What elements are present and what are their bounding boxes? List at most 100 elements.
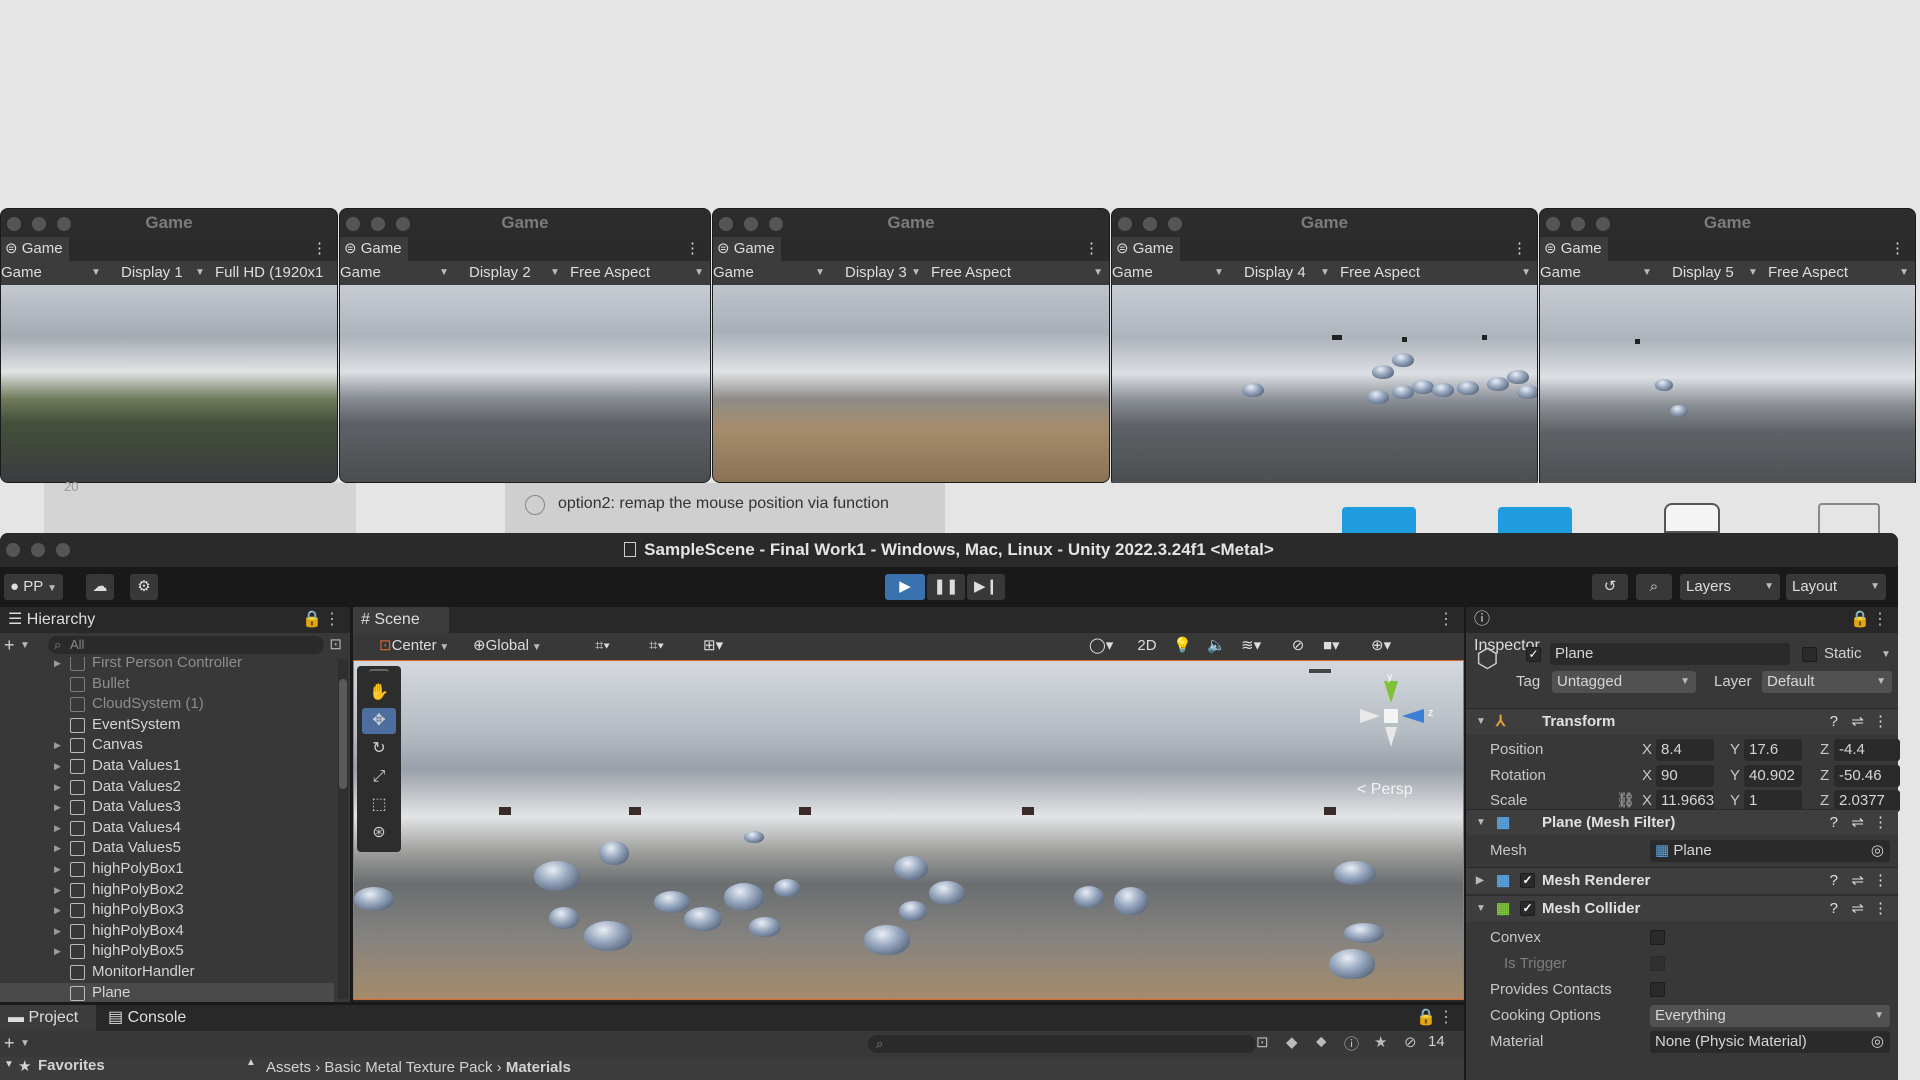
game-viewport[interactable]	[713, 285, 1109, 482]
tab-console[interactable]: ▤ Console	[100, 1005, 200, 1031]
tab-game[interactable]: ⊜ Game	[713, 237, 781, 261]
hierarchy-item[interactable]: MonitorHandler	[0, 962, 334, 983]
expand-arrow-icon[interactable]: ▶	[54, 838, 61, 858]
more-icon[interactable]: ⋮	[1438, 607, 1454, 633]
tab-game[interactable]: ⊜ Game	[1540, 237, 1608, 261]
hierarchy-item[interactable]: ▶ highPolyBox4	[0, 921, 334, 942]
gizmo-handle[interactable]	[1309, 669, 1331, 673]
more-icon[interactable]: ⋮	[1873, 810, 1888, 836]
minimize-button[interactable]	[1571, 217, 1585, 231]
zoom-button[interactable]	[396, 217, 410, 231]
object-picker-icon[interactable]: ◎	[1871, 840, 1884, 862]
hierarchy-item[interactable]: ▶ Data Values4	[0, 818, 334, 839]
expand-arrow-icon[interactable]: ▼	[1476, 896, 1486, 922]
close-button[interactable]	[1546, 217, 1560, 231]
sphere-object[interactable]	[864, 925, 910, 955]
close-button[interactable]	[7, 217, 21, 231]
hierarchy-item[interactable]: ▶ Data Values3	[0, 797, 334, 818]
rotate-tool-icon[interactable]: ↻	[362, 736, 396, 762]
2d-toggle[interactable]: 2D	[1131, 634, 1163, 658]
expand-arrow-icon[interactable]: ▶	[54, 756, 61, 776]
preset-icon[interactable]: ⇌	[1851, 896, 1864, 922]
more-icon[interactable]: ⋮	[1873, 868, 1888, 894]
tab-game[interactable]: ⊜ Game	[1, 237, 69, 261]
hierarchy-item[interactable]: ▶ Canvas	[0, 735, 334, 756]
sphere-object[interactable]	[899, 901, 927, 921]
expand-arrow-icon[interactable]: ▲	[246, 1057, 256, 1068]
folder-icon[interactable]	[1498, 507, 1572, 533]
rect-tool-icon[interactable]: ⬚	[362, 792, 396, 818]
mesh-field[interactable]: ▦ Plane ◎	[1650, 840, 1890, 862]
sphere-object[interactable]	[1344, 923, 1384, 943]
sphere-object[interactable]	[1074, 886, 1104, 908]
more-icon[interactable]: ⋮	[312, 237, 327, 261]
expand-arrow-icon[interactable]: ▶	[54, 900, 61, 920]
sphere-object[interactable]	[1329, 949, 1375, 979]
more-icon[interactable]: ⋮	[1873, 709, 1888, 735]
position-x-field[interactable]: 8.4	[1656, 739, 1714, 761]
hierarchy-search-input[interactable]: ⌕ All	[48, 636, 324, 654]
chevron-down-icon[interactable]: ▼	[694, 261, 704, 285]
document-icon[interactable]	[1818, 503, 1880, 533]
x-axis-arrow[interactable]	[1360, 709, 1380, 723]
chevron-down-icon[interactable]: ▼	[195, 261, 205, 285]
data-display-object[interactable]	[1324, 807, 1336, 815]
scene-viewport[interactable]: ✋ ✥ ↻ ⤢ ⬚ ⊛ y z < Persp	[353, 660, 1464, 1000]
game-viewport[interactable]	[1, 285, 337, 482]
x-axis-label[interactable]: X	[1642, 737, 1652, 763]
mesh-collider-enabled-checkbox[interactable]: ✓	[1520, 901, 1535, 916]
tag-dropdown[interactable]: Untagged ▼	[1552, 671, 1696, 693]
hierarchy-scrollbar[interactable]	[338, 659, 348, 999]
chevron-down-icon[interactable]: ▼	[1320, 261, 1330, 285]
preset-icon[interactable]: ⇌	[1851, 709, 1864, 735]
chevron-down-icon[interactable]: ▼	[815, 261, 825, 285]
lock-icon[interactable]: 🔒	[1416, 1005, 1436, 1031]
expand-arrow-icon[interactable]: ▼	[1476, 810, 1486, 836]
space-dropdown[interactable]: ⊕Global ▼	[467, 634, 553, 658]
x-axis-label[interactable]: X	[1642, 763, 1652, 789]
close-button[interactable]	[1118, 217, 1132, 231]
history-button[interactable]: ↺	[1592, 574, 1628, 600]
lighting-toggle[interactable]: 💡	[1167, 634, 1197, 658]
help-icon[interactable]: ?	[1830, 868, 1838, 894]
breadcrumb-item[interactable]: Assets	[266, 1059, 311, 1076]
orientation-gizmo[interactable]: y z	[1354, 671, 1444, 761]
create-icon[interactable]: ⊡	[1256, 1033, 1269, 1051]
chevron-down-icon[interactable]: ▼	[1899, 261, 1909, 285]
star-icon[interactable]: ★	[1374, 1033, 1387, 1051]
hierarchy-item[interactable]: ▶ First Person Controller	[0, 657, 334, 674]
chevron-down-icon[interactable]: ▼	[1748, 261, 1758, 285]
cloud-button[interactable]: ☁	[86, 574, 114, 600]
project-search-input[interactable]: ⌕	[868, 1035, 1256, 1053]
chevron-down-icon[interactable]: ▼	[20, 1038, 30, 1049]
expand-arrow-icon[interactable]: ▶	[54, 859, 61, 879]
chevron-down-icon[interactable]: ▼	[91, 261, 101, 285]
sphere-object[interactable]	[749, 917, 781, 937]
z-axis-label[interactable]: Z	[1820, 737, 1829, 763]
favorites-label[interactable]: Favorites	[38, 1057, 105, 1074]
expand-arrow-icon[interactable]: ▶	[54, 797, 61, 817]
scrollbar-thumb[interactable]	[339, 679, 347, 789]
account-button[interactable]: ● PP ▼	[4, 574, 64, 600]
minimize-button[interactable]	[1143, 217, 1157, 231]
provides-contacts-checkbox[interactable]	[1650, 982, 1665, 997]
breadcrumb-item[interactable]: Basic Metal Texture Pack	[324, 1059, 492, 1076]
layer-dropdown[interactable]: Default ▼	[1762, 671, 1892, 693]
rotation-x-field[interactable]: 90	[1656, 764, 1714, 787]
hierarchy-item[interactable]: Plane	[0, 982, 334, 1002]
layers-dropdown[interactable]: Layers ▼	[1680, 574, 1780, 600]
chevron-down-icon[interactable]: ▼	[1093, 261, 1103, 285]
z-axis-label[interactable]: Z	[1820, 763, 1829, 789]
sphere-object[interactable]	[354, 887, 394, 911]
more-icon[interactable]: ⋮	[1438, 1005, 1454, 1031]
close-button[interactable]	[719, 217, 733, 231]
expand-arrow-icon[interactable]: ▶	[54, 818, 61, 838]
data-display-object[interactable]	[499, 807, 511, 815]
static-checkbox[interactable]	[1802, 647, 1817, 662]
hand-tool-icon[interactable]: ✋	[362, 680, 396, 706]
expand-arrow-icon[interactable]: ▶	[54, 735, 61, 755]
minimize-button[interactable]	[371, 217, 385, 231]
tab-game[interactable]: ⊜ Game	[340, 237, 408, 261]
rotation-z-field[interactable]: -50.46	[1834, 764, 1900, 787]
lock-icon[interactable]: 🔒	[1850, 607, 1870, 633]
